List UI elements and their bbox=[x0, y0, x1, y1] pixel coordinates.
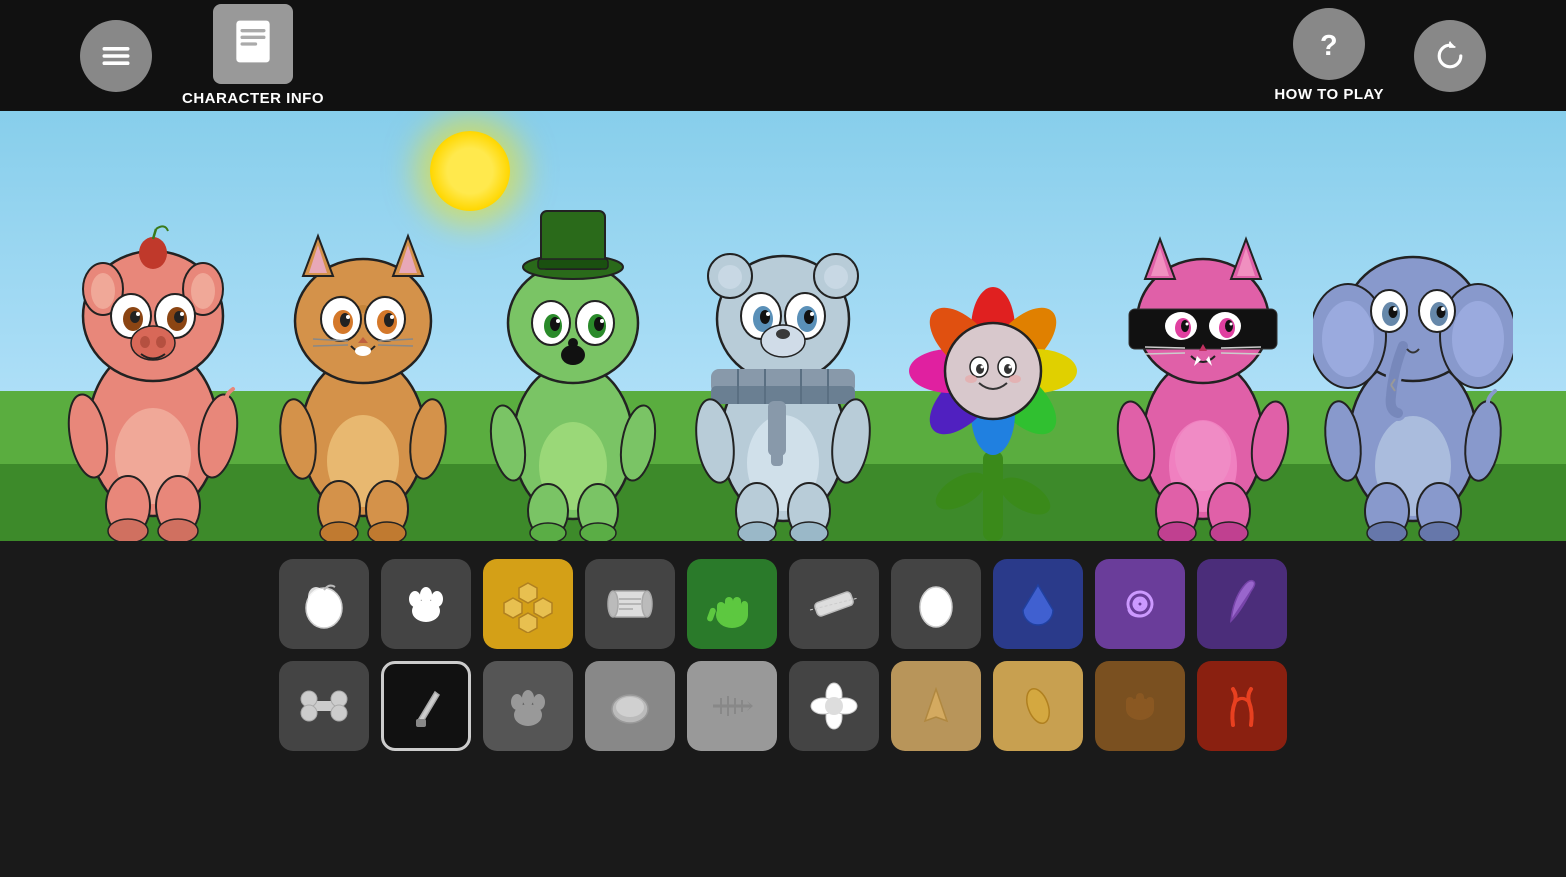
toolbar bbox=[0, 541, 1566, 763]
tool-antler[interactable] bbox=[1197, 661, 1287, 751]
tool-apple[interactable] bbox=[279, 559, 369, 649]
how-to-play-label: HOW TO PLAY bbox=[1274, 86, 1384, 103]
tool-claw[interactable] bbox=[1095, 661, 1185, 751]
toolbar-row-1 bbox=[279, 559, 1287, 649]
tool-snail[interactable] bbox=[1095, 559, 1185, 649]
tool-flower[interactable] bbox=[789, 661, 879, 751]
menu-button[interactable] bbox=[80, 20, 152, 92]
top-bar-left: CHARACTER INFO bbox=[80, 4, 324, 107]
tool-seed[interactable] bbox=[993, 661, 1083, 751]
how-to-play-button-group[interactable]: ? HOW TO PLAY bbox=[1274, 8, 1384, 103]
tool-honeycomb[interactable] bbox=[483, 559, 573, 649]
tool-bone[interactable] bbox=[279, 661, 369, 751]
characters-container bbox=[0, 111, 1566, 541]
tool-green-handprint[interactable] bbox=[687, 559, 777, 649]
character-elephant[interactable] bbox=[1313, 161, 1513, 541]
tool-paw-gray[interactable] bbox=[483, 661, 573, 751]
tool-paw-print[interactable] bbox=[381, 559, 471, 649]
character-info-button[interactable] bbox=[213, 4, 293, 84]
svg-text:?: ? bbox=[1320, 30, 1338, 62]
character-pig[interactable] bbox=[53, 161, 253, 541]
scene bbox=[0, 111, 1566, 541]
menu-button-group[interactable] bbox=[80, 20, 152, 92]
top-bar-right: ? HOW TO PLAY bbox=[1274, 8, 1486, 103]
tool-stone[interactable] bbox=[585, 661, 675, 751]
character-flower[interactable] bbox=[893, 161, 1093, 541]
how-to-play-button[interactable]: ? bbox=[1293, 8, 1365, 80]
tool-water-drop[interactable] bbox=[993, 559, 1083, 649]
tool-fishbone[interactable] bbox=[687, 661, 777, 751]
tool-horn[interactable] bbox=[891, 661, 981, 751]
tool-scroll[interactable] bbox=[585, 559, 675, 649]
reset-button-group[interactable] bbox=[1414, 20, 1486, 92]
reset-button[interactable] bbox=[1414, 20, 1486, 92]
tool-feather[interactable] bbox=[1197, 559, 1287, 649]
question-icon: ? bbox=[1311, 26, 1347, 62]
character-green-creature[interactable] bbox=[473, 161, 673, 541]
character-polar-bear[interactable] bbox=[683, 161, 883, 541]
character-info-label: CHARACTER INFO bbox=[182, 90, 324, 107]
reset-icon bbox=[1432, 38, 1468, 74]
character-cat[interactable] bbox=[263, 161, 463, 541]
top-bar: CHARACTER INFO ? HOW TO PLAY bbox=[0, 0, 1566, 111]
tool-bandage[interactable] bbox=[789, 559, 879, 649]
menu-icon bbox=[98, 38, 134, 74]
tool-egg[interactable] bbox=[891, 559, 981, 649]
toolbar-row-2 bbox=[279, 661, 1287, 751]
tool-knife[interactable] bbox=[381, 661, 471, 751]
character-info-button-group[interactable]: CHARACTER INFO bbox=[182, 4, 324, 107]
character-info-icon bbox=[231, 19, 275, 69]
character-pink-cat-mask[interactable] bbox=[1103, 161, 1303, 541]
